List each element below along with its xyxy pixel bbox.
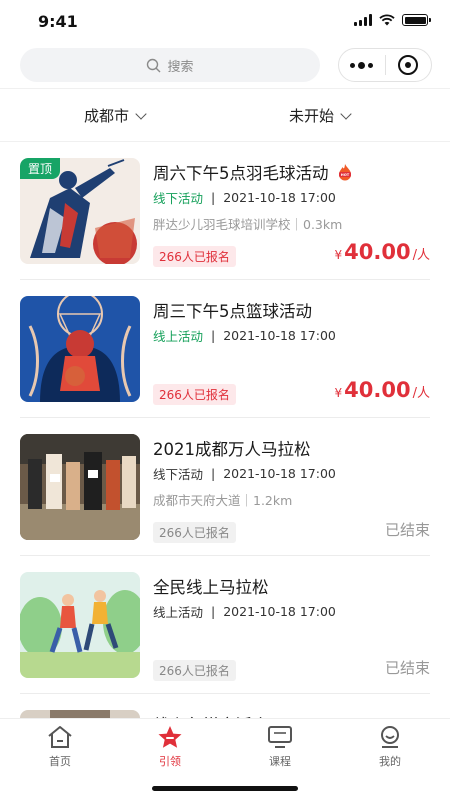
city-filter[interactable]: 成都市 <box>84 105 147 126</box>
event-title: 全民线上马拉松 <box>153 574 269 598</box>
meta-separator: | <box>211 466 216 481</box>
city-filter-label: 成都市 <box>84 107 130 125</box>
status-bar: 9:41 <box>0 0 450 44</box>
event-type: 线上活动 <box>153 605 204 620</box>
chevron-down-icon <box>135 107 147 120</box>
event-meta: 线上活动 | 2021-10-18 17:00 <box>153 326 336 345</box>
pinned-tag: 置顶 <box>20 158 61 179</box>
price-unit: /人 <box>412 248 430 263</box>
wifi-icon <box>379 14 395 26</box>
event-card[interactable]: 置顶 周六下午5点羽毛球活动 HOT 线下活动 | 2021-10-18 17:… <box>0 142 450 280</box>
event-title: 周六下午5点羽毛球活动 HOT <box>153 160 353 184</box>
close-miniprogram-button[interactable] <box>386 49 432 81</box>
event-price: ¥ 40.00 /人 <box>335 378 430 402</box>
event-image-runners <box>20 572 140 678</box>
search-icon <box>147 58 161 72</box>
more-button[interactable] <box>339 49 385 81</box>
meta-separator: | <box>211 190 216 205</box>
status-icons <box>354 14 431 26</box>
battery-icon <box>402 14 431 26</box>
event-meta: 线下活动 | 2021-10-18 17:00 <box>153 464 336 483</box>
event-type: 线下活动 <box>153 191 204 206</box>
price-currency: ¥ <box>334 386 343 400</box>
miniprogram-capsule <box>338 48 432 82</box>
tab-home[interactable]: 首页 <box>30 725 90 769</box>
search-placeholder: 搜索 <box>167 59 194 75</box>
meta-separator: | <box>211 328 216 343</box>
home-indicator <box>152 786 298 791</box>
tab-label: 课程 <box>269 755 291 768</box>
event-price: ¥ 40.00 /人 <box>335 240 430 264</box>
event-meta: 线下活动 | 2021-10-18 17:00 <box>153 188 336 207</box>
event-title-text: 周三下午5点篮球活动 <box>153 302 312 321</box>
course-icon <box>268 726 292 748</box>
event-location: 胖达少儿羽毛球培训学校｜0.3km <box>153 217 343 232</box>
event-title-text: 全民线上马拉松 <box>153 578 269 597</box>
event-image-basketball <box>20 296 140 402</box>
event-card[interactable]: 2021成都万人马拉松 线下活动 | 2021-10-18 17:00 成都市天… <box>0 418 450 556</box>
star-icon <box>158 726 182 748</box>
price-unit: /人 <box>412 386 430 401</box>
svg-text:HOT: HOT <box>340 173 349 177</box>
signup-count-badge: 266人已报名 <box>153 384 236 405</box>
tab-label: 我的 <box>379 755 401 768</box>
event-datetime: 2021-10-18 17:00 <box>223 328 336 343</box>
more-dots-icon <box>350 61 374 69</box>
tab-profile[interactable]: 我的 <box>360 725 420 769</box>
profile-icon <box>381 726 399 748</box>
price-value: 40.00 <box>344 378 411 402</box>
event-datetime: 2021-10-18 17:00 <box>223 466 336 481</box>
event-title: 周三下午5点篮球活动 <box>153 298 312 322</box>
event-title: 2021成都万人马拉松 <box>153 436 311 460</box>
event-card[interactable]: 全民线上马拉松 线上活动 | 2021-10-18 17:00 266人已报名 … <box>0 556 450 694</box>
signup-count-badge: 266人已报名 <box>153 246 236 267</box>
tab-label: 首页 <box>49 755 71 768</box>
tab-course[interactable]: 课程 <box>250 725 310 769</box>
tab-lead[interactable]: 引领 <box>140 725 200 769</box>
signup-count-badge: 266人已报名 <box>153 522 236 543</box>
event-datetime: 2021-10-18 17:00 <box>223 604 336 619</box>
state-filter-label: 未开始 <box>289 107 335 125</box>
event-datetime: 2021-10-18 17:00 <box>223 190 336 205</box>
event-card[interactable]: 周三下午5点篮球活动 线上活动 | 2021-10-18 17:00 266人已… <box>0 280 450 418</box>
event-location: 成都市天府大道｜1.2km <box>153 493 293 508</box>
event-title-text: 2021成都万人马拉松 <box>153 440 311 459</box>
chevron-down-icon <box>340 107 352 120</box>
event-type: 线上活动 <box>153 329 204 344</box>
filter-bar: 成都市 未开始 <box>0 88 450 142</box>
event-meta: 线上活动 | 2021-10-18 17:00 <box>153 602 336 621</box>
state-filter[interactable]: 未开始 <box>289 105 352 126</box>
event-title-text: 周六下午5点羽毛球活动 <box>153 164 329 183</box>
search-row: 搜索 <box>0 48 450 84</box>
price-currency: ¥ <box>334 248 343 262</box>
signup-count-badge: 266人已报名 <box>153 660 236 681</box>
event-image-marathon <box>20 434 140 540</box>
status-time: 9:41 <box>38 12 78 31</box>
price-value: 40.00 <box>344 240 411 264</box>
event-ended-label: 已结束 <box>384 659 430 677</box>
tab-label: 引领 <box>159 755 181 768</box>
target-icon <box>398 55 419 75</box>
search-input[interactable]: 搜索 <box>20 48 320 82</box>
meta-separator: | <box>211 604 216 619</box>
event-image-badminton: 置顶 <box>20 158 140 264</box>
signal-icon <box>354 14 372 26</box>
event-ended-label: 已结束 <box>384 521 430 539</box>
home-icon <box>48 726 72 748</box>
hot-icon: HOT <box>338 164 351 181</box>
event-type: 线下活动 <box>153 467 204 482</box>
